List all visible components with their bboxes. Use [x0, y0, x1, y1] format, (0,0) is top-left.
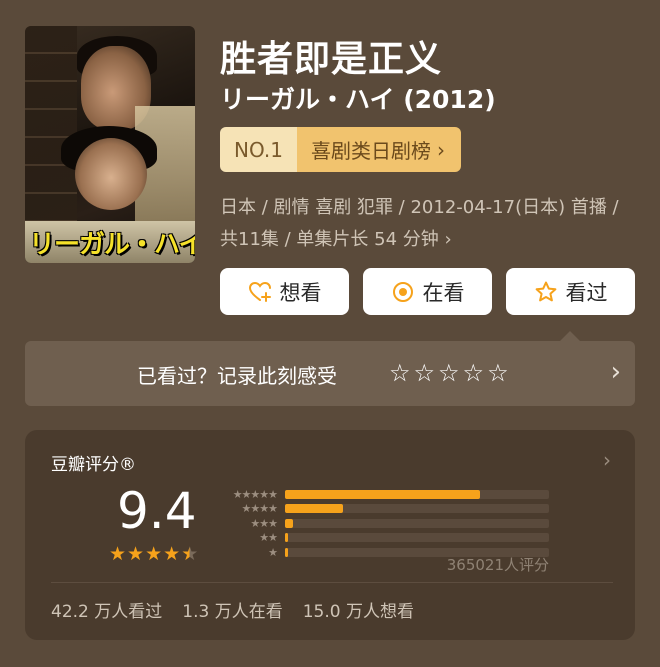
poster-figure [75, 138, 147, 210]
distribution-row: ★★ [217, 531, 549, 546]
watched-label: 看过 [565, 280, 608, 305]
star-filled-icon: ★ [145, 543, 163, 565]
meta-line: 日本 / 剧情 喜剧 犯罪 / 2012-04-17(日本) 首播 / [220, 197, 619, 218]
original-title: リーガル・ハイ (2012) [220, 85, 496, 114]
distribution-row: ★★★★ [217, 502, 549, 517]
record-prompt: 已看过？记录此刻感受 [137, 364, 337, 388]
distribution-stars: ★★★★★ [232, 487, 278, 501]
rating-count: 365021人评分 [446, 556, 549, 574]
divider [51, 582, 613, 583]
watching-button[interactable]: 在看 [363, 268, 492, 315]
audience-stats: 42.2 万人看过 1.3 万人在看 15.0 万人想看 [51, 597, 414, 622]
page-title: 胜者即是正义 [220, 39, 443, 80]
watched-button[interactable]: 看过 [506, 268, 635, 315]
chevron-right-icon: › [436, 137, 445, 162]
watching-label: 在看 [422, 280, 465, 305]
star-outline-icon[interactable]: ☆ [414, 361, 436, 385]
watched-count[interactable]: 42.2 万人看过 [51, 597, 162, 622]
distribution-bar [285, 489, 481, 499]
score-stars: ★ ★ ★ ★ ★ [109, 545, 198, 564]
star-half-icon: ★ [181, 543, 199, 565]
distribution-row: ★★★★★ [217, 487, 549, 502]
rank-category: 喜剧类日剧榜 › [296, 127, 461, 172]
distribution-bar [285, 504, 344, 514]
star-filled-icon: ★ [109, 543, 127, 565]
douban-rating-card: 豆瓣评分® › 9.4 ★ ★ ★ ★ ★ ★★★★★ ★★★★ ★★★ ★★ … [25, 430, 635, 640]
meta-episodes: 共11集 / 单集片长 54 分钟 [220, 229, 439, 250]
meta-line: 共11集 / 单集片长 54 分钟 › [220, 224, 640, 256]
heart-plus-icon [248, 281, 271, 302]
distribution-stars: ★★★★ [241, 502, 278, 516]
star-outline-icon[interactable]: ☆ [438, 361, 460, 385]
movie-meta[interactable]: 日本 / 剧情 喜剧 犯罪 / 2012-04-17(日本) 首播 / 共11集… [220, 192, 640, 256]
rating-input-stars[interactable]: ☆ ☆ ☆ ☆ ☆ [389, 361, 509, 385]
target-circle-icon [392, 281, 413, 302]
poster-logo: リーガル・ハイ [29, 230, 195, 260]
star-outline-icon [535, 281, 556, 301]
star-outline-icon[interactable]: ☆ [463, 361, 485, 385]
want-to-watch-label: 想看 [279, 280, 322, 305]
popover-notch [560, 331, 580, 341]
watching-count[interactable]: 1.3 万人在看 [182, 597, 282, 622]
distribution-stars: ★★★ [250, 516, 278, 530]
rating-source-label: 豆瓣评分® [51, 455, 136, 475]
star-outline-icon[interactable]: ☆ [487, 361, 509, 385]
rank-number: NO.1 [220, 127, 297, 172]
chevron-right-icon[interactable]: › [611, 357, 621, 387]
distribution-bar [285, 518, 293, 528]
rank-badge[interactable]: NO.1 喜剧类日剧榜 › [220, 127, 461, 172]
action-buttons: 想看 在看 看过 [220, 268, 635, 315]
distribution-stars: ★★ [259, 531, 278, 545]
record-feeling-panel[interactable]: 已看过？记录此刻感受 ☆ ☆ ☆ ☆ ☆ › [25, 341, 635, 406]
want-count[interactable]: 15.0 万人想看 [303, 597, 414, 622]
distribution-bar [285, 533, 288, 543]
star-filled-icon: ★ [127, 543, 145, 565]
chevron-right-icon[interactable]: › [603, 448, 611, 472]
star-filled-icon: ★ [163, 543, 181, 565]
poster-image[interactable]: リーガル・ハイ [25, 26, 195, 263]
chevron-right-icon: › [444, 229, 452, 250]
distribution-row: ★★★ [217, 516, 549, 531]
rating-score: 9.4 [117, 482, 197, 540]
rank-category-label: 喜剧类日剧榜 [310, 139, 431, 163]
distribution-stars: ★ [268, 545, 278, 559]
distribution-bar [285, 547, 288, 557]
rating-distribution: ★★★★★ ★★★★ ★★★ ★★ ★ [217, 487, 549, 560]
want-to-watch-button[interactable]: 想看 [220, 268, 349, 315]
star-outline-icon[interactable]: ☆ [389, 361, 411, 385]
